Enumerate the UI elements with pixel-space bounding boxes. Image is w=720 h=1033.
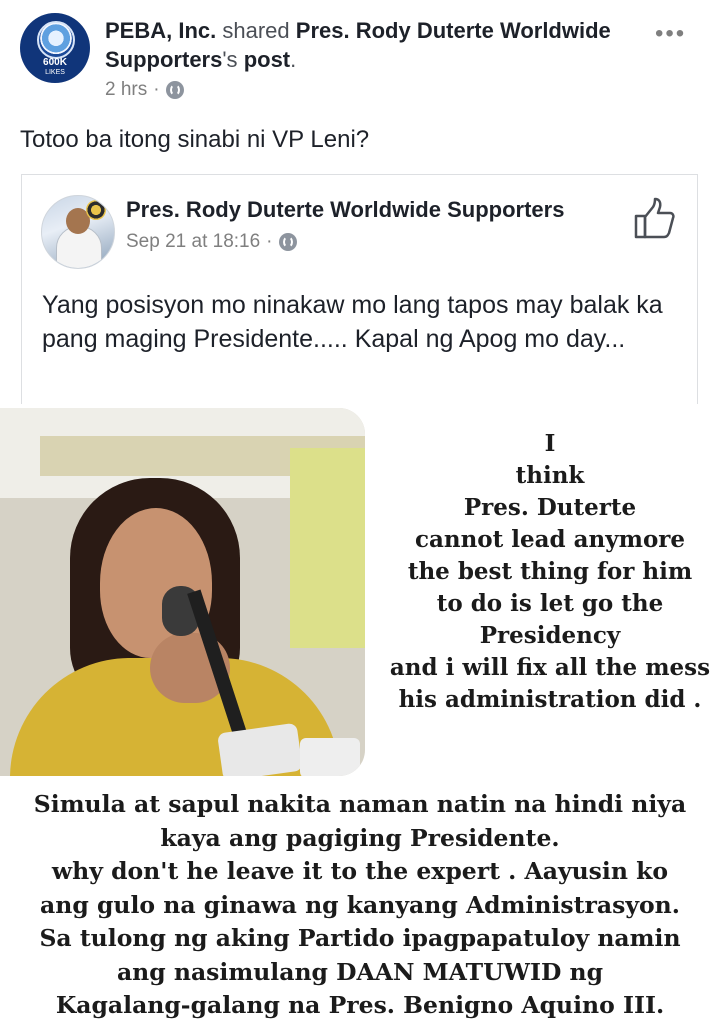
sharer-name-link[interactable]: PEBA, Inc. bbox=[105, 18, 216, 43]
thumbs-up-icon[interactable] bbox=[632, 197, 678, 241]
post-status-text: Totoo ba itong sinabi ni VP Leni? bbox=[20, 126, 370, 153]
mic-label-abs bbox=[300, 738, 360, 776]
shared-word: shared bbox=[222, 18, 290, 43]
avatar-likes-label: LIKES bbox=[45, 69, 65, 76]
shared-meta-separator: · bbox=[266, 231, 273, 252]
caption-line: why don't he leave it to the expert . Aa… bbox=[51, 857, 669, 885]
meta-separator: · bbox=[153, 79, 160, 100]
page-avatar[interactable]: 600K LIKES bbox=[20, 13, 90, 83]
quote-line: I bbox=[544, 430, 556, 457]
globe-icon bbox=[278, 233, 297, 251]
shared-page-avatar[interactable] bbox=[41, 195, 115, 269]
photo-woman-speaking bbox=[0, 408, 365, 776]
caption-line: Sa tulong ng aking Partido ipagpapatuloy… bbox=[39, 924, 681, 952]
quote-line: Pres. Duterte bbox=[463, 494, 637, 521]
post-header: 600K LIKES PEBA, Inc. shared Pres. Rody … bbox=[0, 0, 720, 120]
post-meta: 2 hrs · bbox=[105, 79, 184, 101]
shared-post-text: Yang posisyon mo ninakaw mo lang tapos m… bbox=[42, 291, 663, 353]
more-options-icon[interactable]: ••• bbox=[655, 20, 686, 48]
caption-line: kaya ang pagiging Presidente. bbox=[160, 823, 560, 852]
possessive: 's bbox=[222, 47, 238, 72]
post-time[interactable]: 2 hrs bbox=[105, 79, 147, 101]
shared-post-date[interactable]: Sep 21 at 18:16 bbox=[126, 231, 260, 253]
shared-post-card[interactable]: Pres. Rody Duterte Worldwide Supporters … bbox=[21, 174, 698, 414]
caption-line: ang gulo na ginawa ng kanyang Administra… bbox=[40, 890, 680, 919]
post-title: PEBA, Inc. shared Pres. Rody Duterte Wor… bbox=[105, 16, 625, 74]
meme-quote: I think Pres. Duterte cannot lead anymor… bbox=[380, 428, 720, 716]
quote-line: the best thing for him bbox=[407, 558, 693, 585]
quote-line: cannot lead anymore bbox=[414, 526, 686, 553]
quote-line: to do is let go the bbox=[436, 590, 664, 617]
photo-background-stripe bbox=[290, 448, 365, 648]
globe-icon bbox=[165, 81, 184, 99]
avatar-likes-count: 600K bbox=[43, 57, 67, 68]
avatar-likes-badge: 600K LIKES bbox=[20, 58, 90, 78]
meme-image[interactable]: I think Pres. Duterte cannot lead anymor… bbox=[0, 404, 720, 1033]
caption-line: Simula at sapul nakita naman natin na hi… bbox=[33, 790, 687, 818]
caption-line: Kagalang-galang na Pres. Benigno Aquino … bbox=[55, 991, 665, 1019]
quote-line: think bbox=[515, 462, 585, 489]
title-period: . bbox=[290, 47, 297, 72]
quote-line: his administration did . bbox=[398, 686, 702, 713]
quote-line: and i will fix all the mess bbox=[389, 654, 711, 681]
meme-caption: Simula at sapul nakita naman natin na hi… bbox=[0, 788, 720, 1023]
quote-line: Presidency bbox=[479, 622, 621, 649]
seal-logo bbox=[37, 21, 75, 59]
shared-post-meta: Sep 21 at 18:16 · bbox=[126, 231, 297, 253]
shared-page-name[interactable]: Pres. Rody Duterte Worldwide Supporters bbox=[126, 197, 564, 223]
caption-line: ang nasimulang DAAN MATUWID ng bbox=[116, 957, 604, 986]
presidential-seal-icon bbox=[86, 200, 106, 220]
post-link[interactable]: post bbox=[244, 47, 290, 72]
